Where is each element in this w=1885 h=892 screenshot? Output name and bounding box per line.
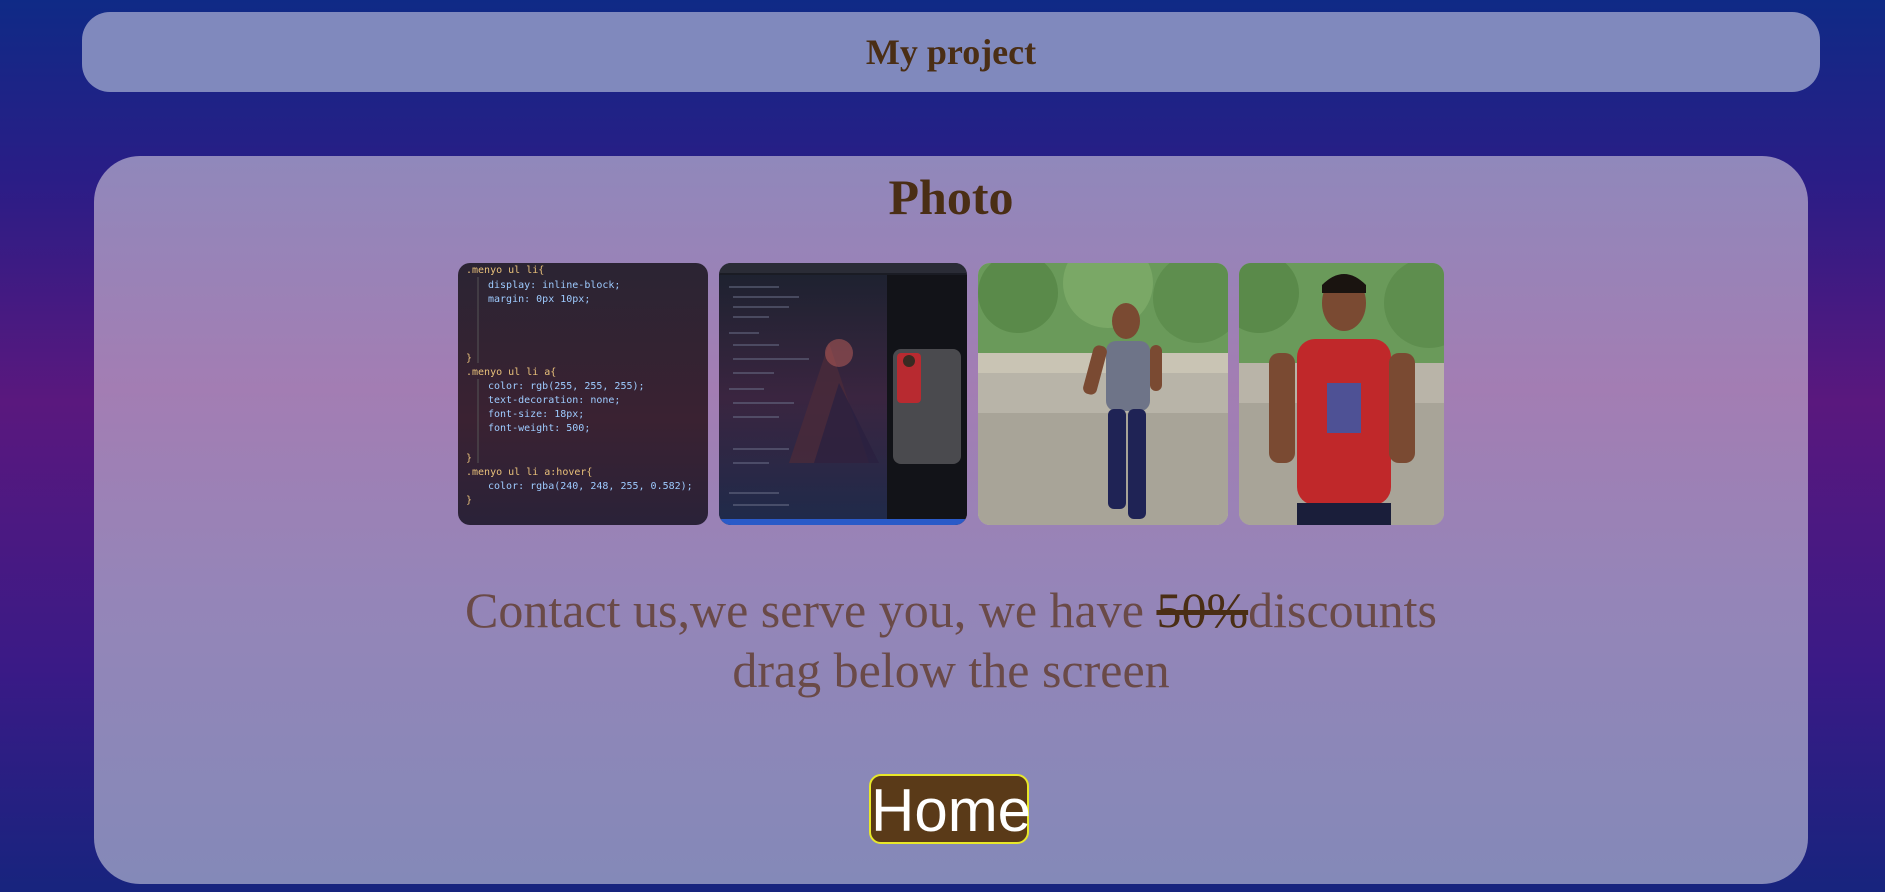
header-bar: My project — [82, 12, 1820, 92]
code-line: display: inline-block; — [488, 280, 620, 291]
gallery-image-code[interactable]: .menyo ul li{ display: inline-block; mar… — [458, 263, 708, 525]
code-line: .menyo ul li a:hover{ — [466, 467, 592, 478]
main-panel: Photo .menyo ul li{ display: inline-bloc… — [94, 156, 1808, 884]
code-line: color: rgba(240, 248, 255, 0.582); — [488, 481, 693, 492]
site-title: My project — [865, 32, 1037, 72]
discount-strikethrough: 50% — [1156, 582, 1249, 638]
code-line: } — [466, 495, 472, 506]
code-line: .menyo ul li a{ — [466, 367, 556, 378]
gallery-image-editor[interactable] — [719, 263, 967, 525]
gallery-image-photo-red-shirt[interactable] — [1239, 263, 1444, 525]
photo-gallery: .menyo ul li{ display: inline-block; mar… — [458, 263, 1448, 525]
contact-line-2: drag below the screen — [732, 642, 1170, 698]
contact-text: Contact us,we serve you, we have 50%disc… — [94, 580, 1808, 700]
code-line: font-size: 18px; — [488, 409, 584, 420]
home-button[interactable]: Home — [869, 774, 1031, 844]
contact-text-after: discounts — [1248, 582, 1438, 638]
code-line: margin: 0px 10px; — [488, 294, 590, 305]
code-line: color: rgb(255, 255, 255); — [488, 381, 645, 392]
gallery-image-photo-grey-shirt[interactable] — [978, 263, 1228, 525]
contact-text-before: Contact us,we serve you, we have — [464, 582, 1157, 638]
section-title: Photo — [888, 169, 1014, 225]
code-line: } — [466, 453, 472, 464]
code-line: font-weight: 500; — [488, 423, 590, 434]
code-line: } — [466, 353, 472, 364]
code-line: text-decoration: none; — [488, 395, 620, 406]
code-line: .menyo ul li{ — [466, 265, 544, 276]
